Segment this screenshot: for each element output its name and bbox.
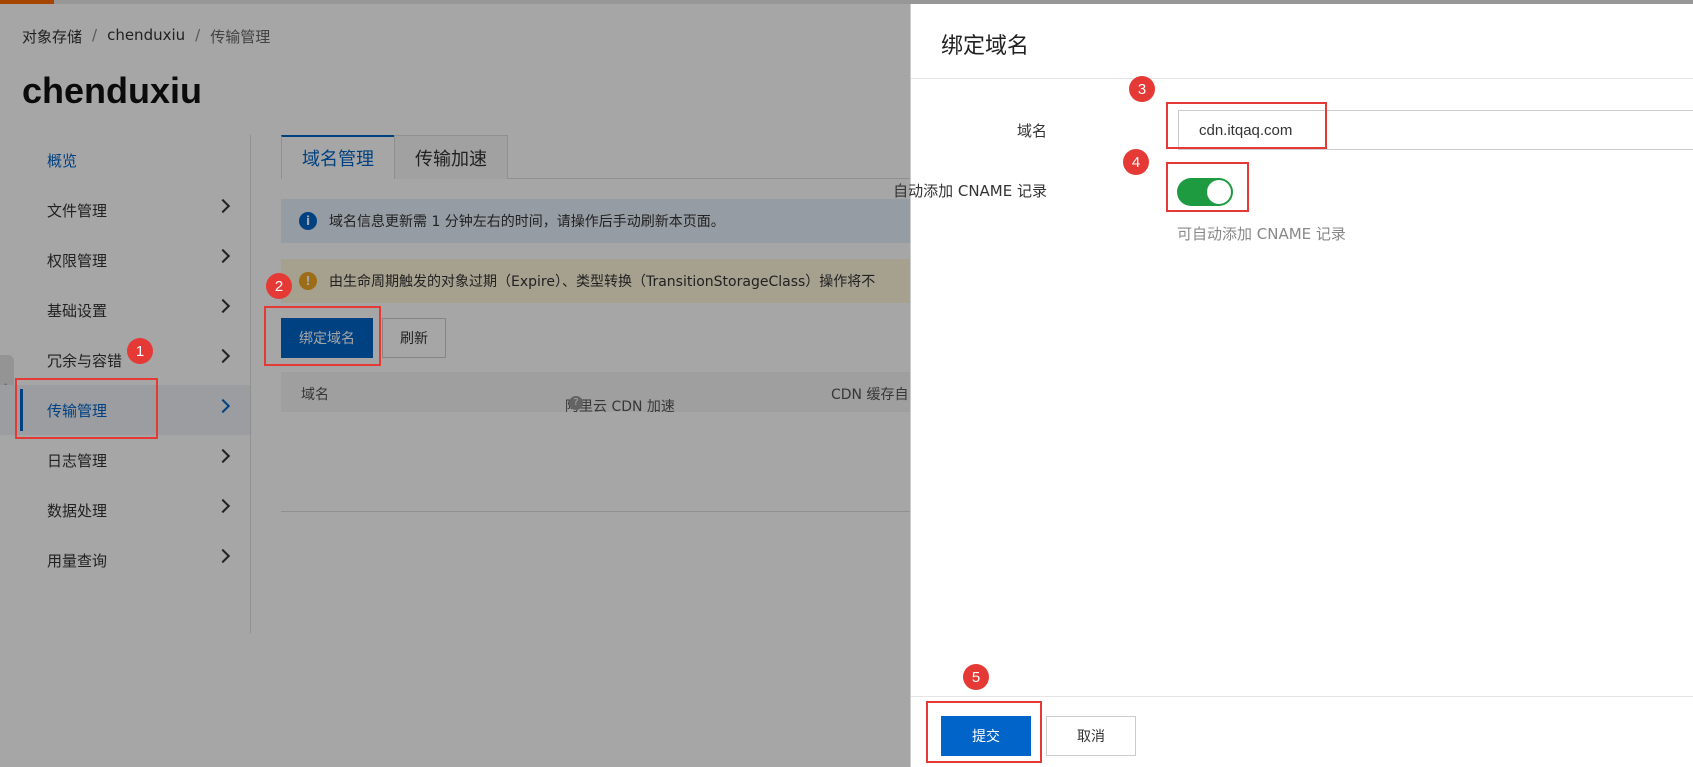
drawer-title: 绑定域名 <box>941 34 1030 59</box>
annotation-box-bind-domain <box>264 306 381 366</box>
annotation-badge-5: 5 <box>963 664 989 690</box>
cancel-button[interactable]: 取消 <box>1046 716 1136 756</box>
drawer-header-divider <box>911 78 1693 79</box>
annotation-box-submit <box>926 701 1042 763</box>
annotation-badge-2: 2 <box>266 273 292 299</box>
annotation-box-cname-toggle <box>1166 162 1249 212</box>
domain-field-label: 域名 <box>1016 122 1047 140</box>
annotation-badge-1: 1 <box>127 338 153 364</box>
annotation-badge-3: 3 <box>1129 76 1155 102</box>
annotation-box-domain-input <box>1166 102 1327 149</box>
cname-help-text: 可自动添加 CNAME 记录 <box>1177 225 1346 243</box>
drawer-footer-divider <box>911 696 1693 697</box>
annotation-badge-4: 4 <box>1123 149 1149 175</box>
cname-field-label: 自动添加 CNAME 记录 <box>893 182 1047 200</box>
annotation-box-sidebar-transfer <box>15 378 158 439</box>
